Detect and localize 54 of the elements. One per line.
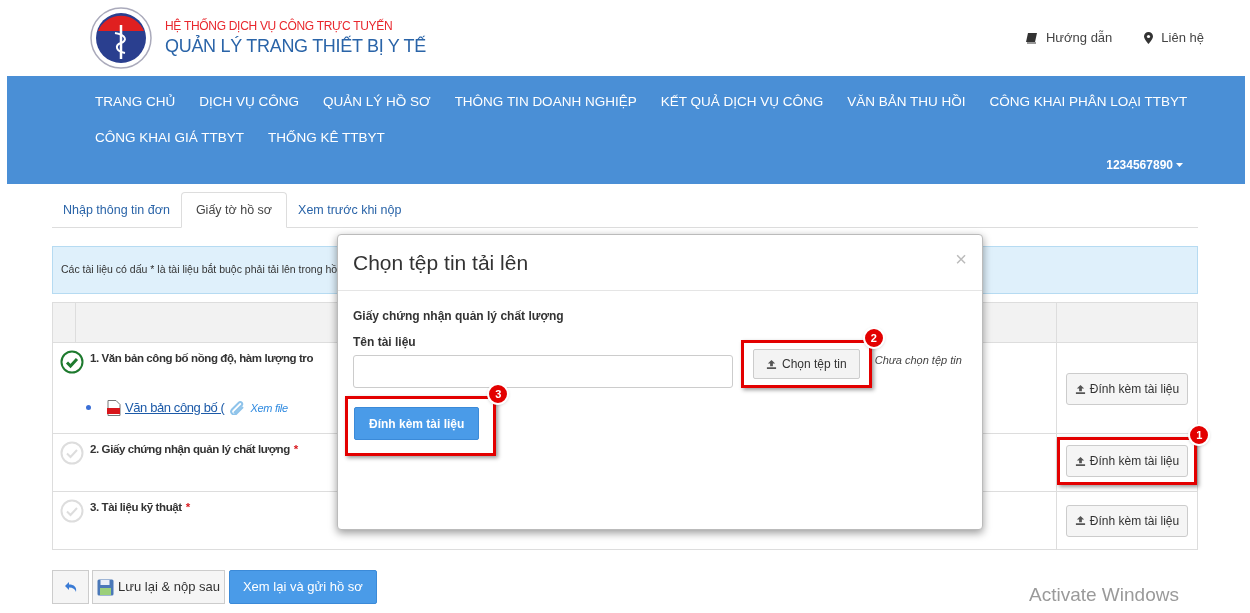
- paperclip-icon: [230, 400, 247, 415]
- document-title: 1. Văn bản công bố nồng độ, hàm lượng tro: [90, 351, 314, 367]
- tab[interactable]: Nhập thông tin đơn: [52, 193, 181, 227]
- file-link[interactable]: Văn bản công bố (: [125, 398, 225, 418]
- undo-icon: [63, 581, 78, 593]
- nav-link[interactable]: QUẢN LÝ HỒ SƠ: [323, 84, 431, 120]
- document-name-field[interactable]: [353, 355, 733, 388]
- nav-link[interactable]: THỐNG KÊ TTBYT: [268, 120, 385, 156]
- nav-link[interactable]: DỊCH VỤ CÔNG: [199, 84, 299, 120]
- document-title: 3. Tài liệu kỹ thuật: [90, 500, 182, 516]
- tab[interactable]: Giấy tờ hồ sơ: [180, 192, 288, 228]
- map-pin-icon: [1144, 32, 1154, 44]
- pdf-file-icon: [107, 399, 121, 416]
- view-file-link[interactable]: Xem file: [250, 399, 288, 416]
- os-activation-notice: Activate Windows: [1029, 583, 1179, 607]
- header-link[interactable]: Hướng dẫn: [1025, 28, 1113, 48]
- document-name: Giấy chứng nhận quản lý chất lượng: [353, 308, 565, 325]
- attach-button[interactable]: Đính kèm tài liệu: [1065, 373, 1189, 405]
- alert-text: Các tài liệu có dấu * là tài liệu bắt buộc phải tải lên trong hồ: [61, 262, 338, 278]
- save-button[interactable]: Lưu lại & nộp sau: [92, 570, 225, 604]
- step-badge: 2: [862, 327, 885, 349]
- field-label: Tên tài liệu: [353, 334, 417, 351]
- nav-link[interactable]: CÔNG KHAI PHÂN LOẠI TTBYT: [989, 84, 1188, 120]
- upload-icon: [1074, 455, 1086, 467]
- header-link[interactable]: Liên hệ: [1144, 28, 1204, 48]
- required-mark: *: [185, 500, 190, 515]
- upload-icon: [1074, 515, 1086, 526]
- review-submit-button[interactable]: Xem lại và gửi hồ sơ: [228, 570, 377, 604]
- attach-button[interactable]: Đính kèm tài liệu: [1065, 445, 1189, 477]
- file-status: Chưa chọn tệp tin: [874, 353, 962, 369]
- dialog-title: Chọn tệp tin tải lên: [353, 249, 529, 276]
- tab[interactable]: Xem trước khi nộp: [287, 193, 413, 227]
- nav-link[interactable]: TRANG CHỦ: [95, 84, 176, 120]
- undo-button[interactable]: [52, 570, 89, 604]
- document-title: 2. Giấy chứng nhận quản lý chất lượng: [90, 442, 290, 458]
- nav-link[interactable]: VĂN BẢN THU HỒI: [847, 84, 966, 120]
- book-icon: [1025, 32, 1038, 44]
- nav-link[interactable]: THÔNG TIN DOANH NGHIỆP: [454, 84, 637, 120]
- upload-icon: [766, 358, 777, 370]
- choose-file-button[interactable]: Chọn tệp tin: [753, 349, 860, 379]
- site-subtitle: HỆ THỐNG DỊCH VỤ CÔNG TRỰC TUYẾN: [165, 18, 394, 34]
- emblem-icon: [90, 7, 152, 69]
- attach-document-button[interactable]: Đính kèm tài liệu: [354, 407, 480, 440]
- required-mark: *: [293, 442, 298, 457]
- step-badge: 3: [487, 383, 510, 405]
- site-title: QUẢN LÝ TRANG THIẾT BỊ Y TẾ: [165, 34, 426, 58]
- nav-link[interactable]: KẾT QUẢ DỊCH VỤ CÔNG: [660, 84, 824, 120]
- upload-icon: [1074, 383, 1086, 395]
- account-menu[interactable]: 1234567890: [1106, 156, 1173, 174]
- nav-link[interactable]: CÔNG KHAI GIÁ TTBYT: [95, 120, 245, 156]
- attach-button[interactable]: Đính kèm tài liệu: [1065, 504, 1189, 537]
- caret-icon: [1176, 163, 1183, 167]
- close-button[interactable]: ×: [955, 248, 967, 269]
- step-badge: 1: [1188, 424, 1211, 446]
